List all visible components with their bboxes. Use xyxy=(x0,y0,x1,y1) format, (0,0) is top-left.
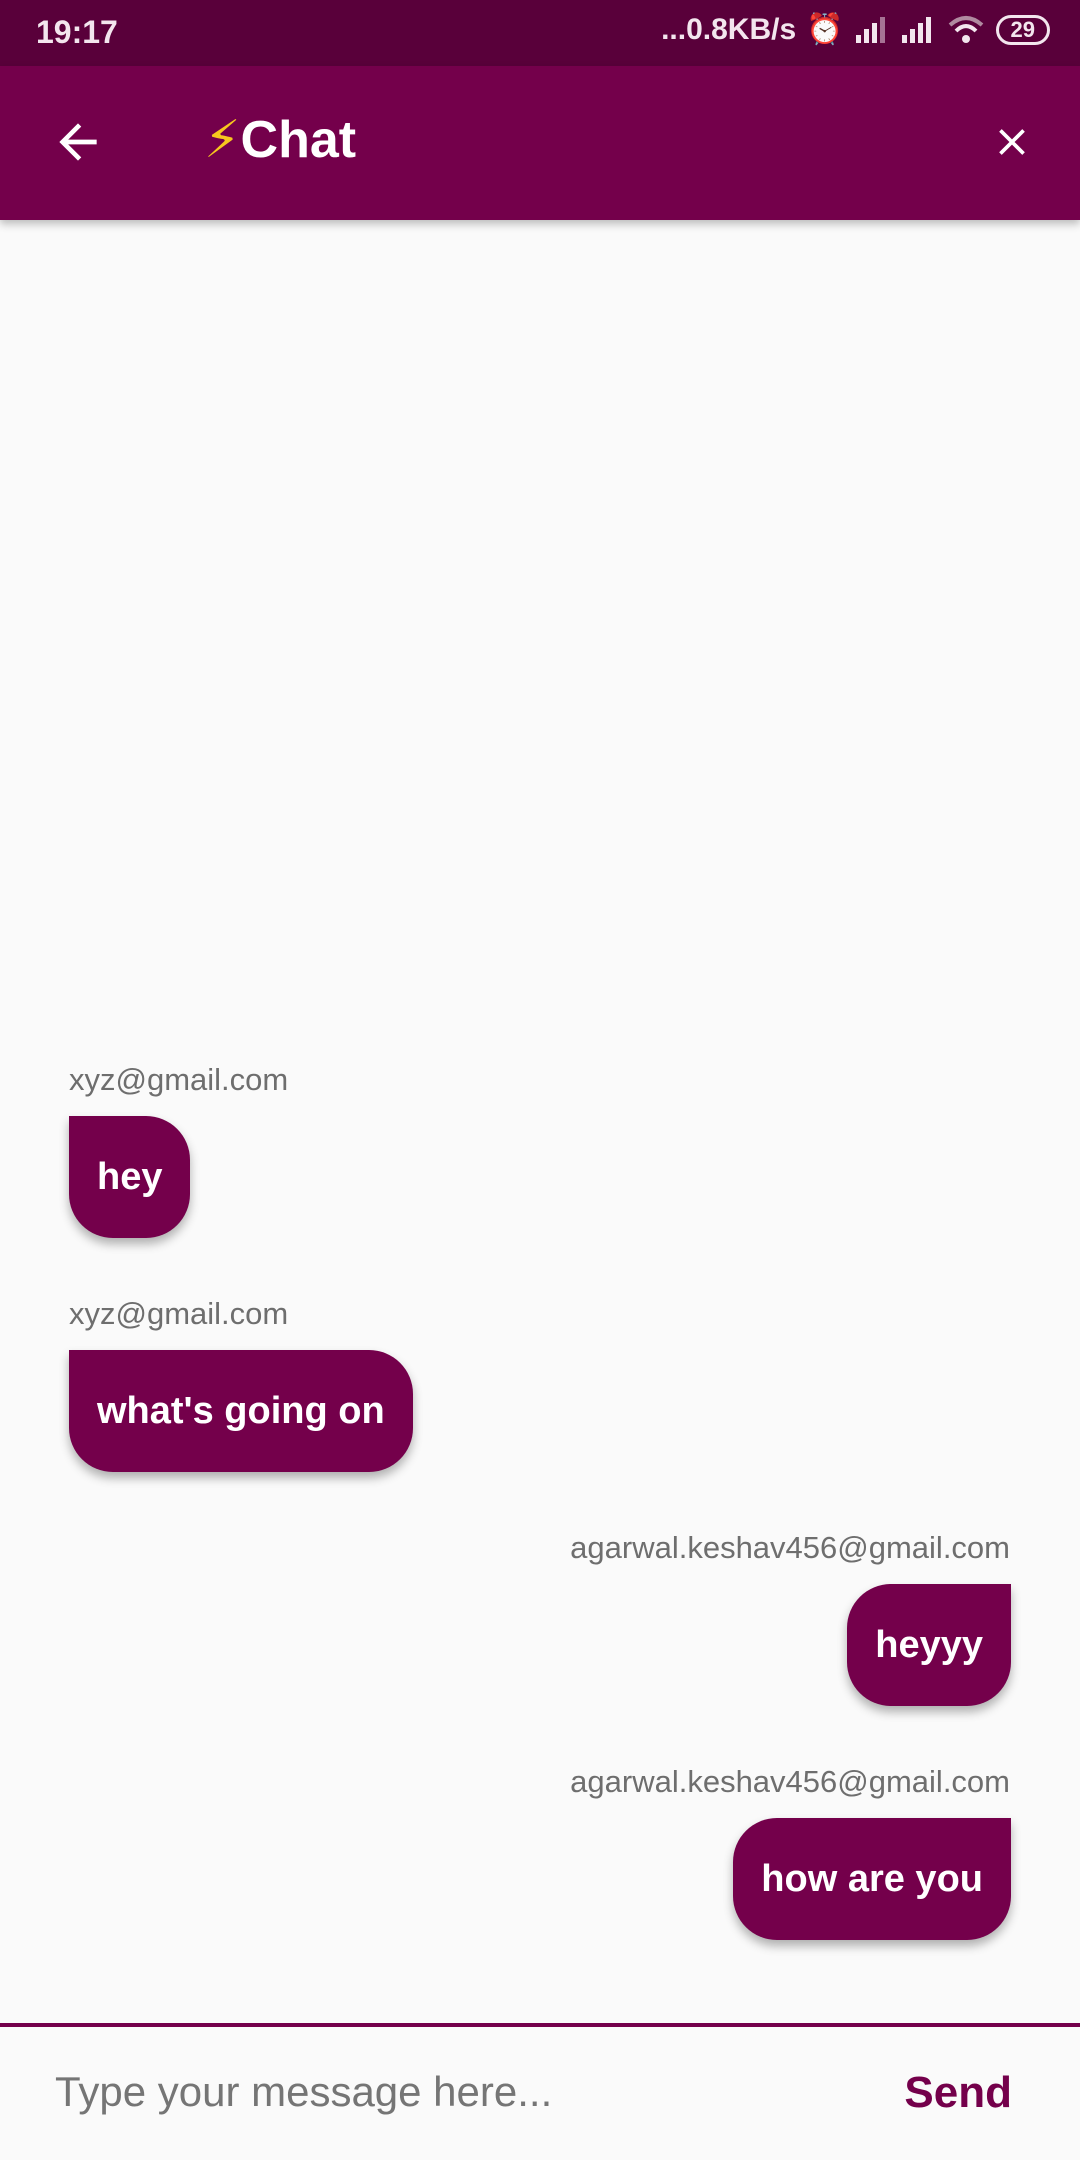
signal-icon-2 xyxy=(901,16,931,43)
message-bubble: hey xyxy=(69,1116,191,1238)
message-bubble: what's going on xyxy=(69,1350,413,1472)
message-sender: agarwal.keshav456@gmail.com xyxy=(570,1530,1010,1565)
title-text: Chat xyxy=(240,111,357,169)
lightning-icon: ⚡ xyxy=(204,111,241,169)
alarm-icon: ⏰ xyxy=(806,13,844,46)
message-bubble: how are you xyxy=(733,1818,1011,1940)
close-icon[interactable] xyxy=(990,120,1034,164)
message-bubble: heyyy xyxy=(847,1584,1011,1706)
message-sender: xyz@gmail.com xyxy=(69,1062,289,1097)
composer-divider xyxy=(0,2023,1080,2027)
message-sender: agarwal.keshav456@gmail.com xyxy=(570,1764,1010,1799)
message-sender: xyz@gmail.com xyxy=(69,1296,289,1331)
status-icons: ...0.8KB/s ⏰ 29 xyxy=(661,12,1050,47)
battery-indicator: 29 xyxy=(995,14,1050,45)
status-bar: 19:17 ...0.8KB/s ⏰ 29 xyxy=(0,0,1080,66)
message-input[interactable] xyxy=(55,2068,835,2116)
page-title: ⚡ Chat xyxy=(204,110,356,170)
network-speed: ...0.8KB/s xyxy=(661,12,797,46)
wifi-icon xyxy=(948,15,983,43)
signal-icon xyxy=(855,16,885,43)
back-arrow-icon[interactable] xyxy=(50,114,106,170)
send-button[interactable]: Send xyxy=(904,2068,1012,2118)
app-bar: ⚡ Chat xyxy=(0,66,1080,220)
status-time: 19:17 xyxy=(36,14,118,50)
